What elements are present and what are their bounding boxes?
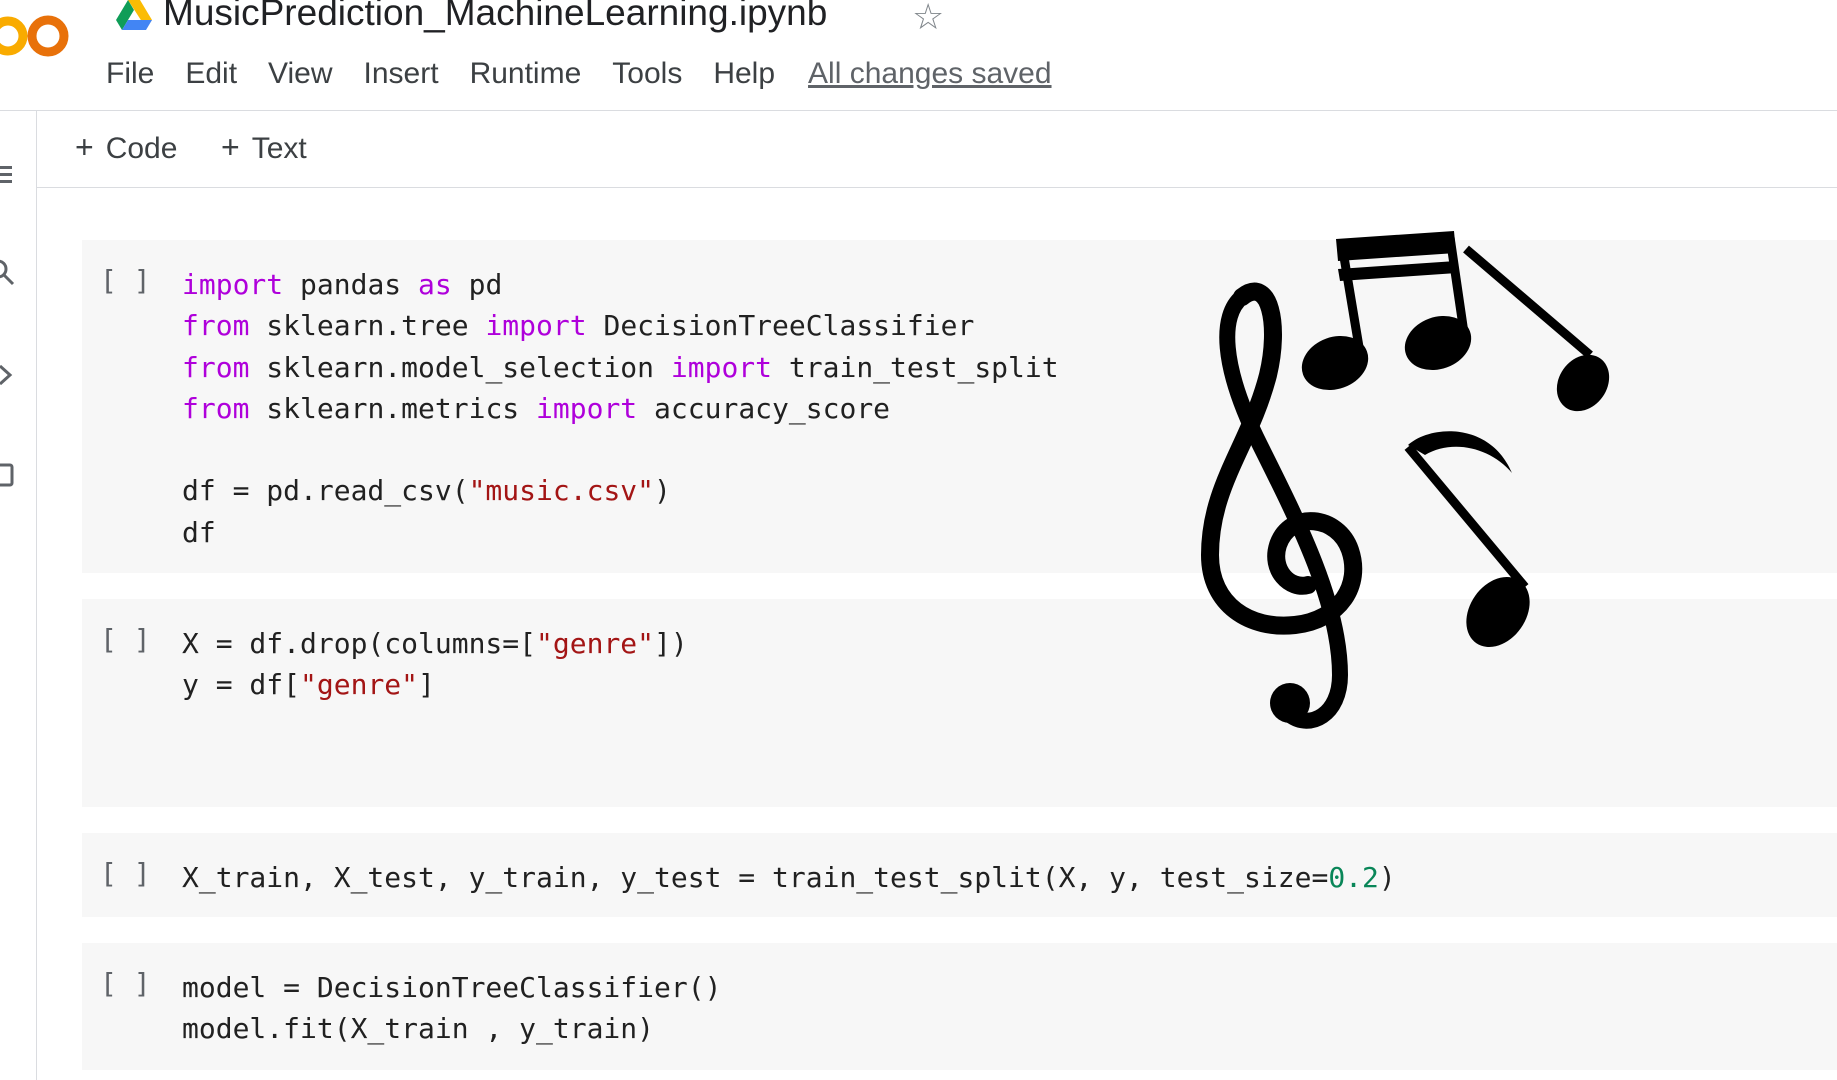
run-cell-button[interactable]: [ ] <box>100 967 151 1000</box>
run-cell-button[interactable]: [ ] <box>100 623 151 656</box>
code-line: model.fit(X_train , y_train) <box>182 1008 721 1049</box>
code-token-text: sklearn.metrics <box>249 391 537 425</box>
code-line: df = pd.read_csv("music.csv") <box>182 470 1059 511</box>
code-token-kw: from <box>182 391 250 425</box>
code-token-text: model.fit(X_train , y_train) <box>182 1012 655 1046</box>
menu-help[interactable]: Help <box>713 57 775 91</box>
notebook-toolbar: + Code + Text <box>37 111 1837 188</box>
code-token-text: pd <box>451 268 503 301</box>
google-drive-icon <box>116 0 152 30</box>
beamed-notes <box>1301 231 1472 391</box>
code-editor[interactable]: import pandas as pd from sklearn.tree imp… <box>182 264 1059 553</box>
code-token-kw: import <box>536 391 638 425</box>
code-token-kw: import <box>485 309 587 343</box>
plus-icon: + <box>75 129 94 165</box>
code-token-kw: from <box>182 350 250 384</box>
code-token-text: y = df[ <box>182 668 301 702</box>
files-icon[interactable] <box>0 461 16 489</box>
code-line: y = df["genre"] <box>182 664 688 705</box>
code-editor[interactable]: X_train, X_test, y_train, y_test = train… <box>182 857 1396 898</box>
code-token-text: X_train, X_test, y_train, y_test = train… <box>182 861 1329 894</box>
code-snippets-icon[interactable] <box>0 361 16 389</box>
code-token-text: df <box>182 515 216 549</box>
code-token-text: sklearn.tree <box>249 309 486 343</box>
code-token-kw: import <box>182 268 284 301</box>
code-token-str: "genre" <box>536 627 655 660</box>
code-line: from sklearn.metrics import accuracy_sco… <box>182 388 1059 429</box>
music-notes-image <box>1200 231 1610 729</box>
code-token-kw: from <box>182 309 250 343</box>
menu-file[interactable]: File <box>106 57 154 91</box>
menu-runtime[interactable]: Runtime <box>470 57 582 91</box>
left-sidebar <box>0 111 37 1080</box>
add-code-label: Code <box>105 132 178 165</box>
code-token-text: train_test_split <box>772 350 1059 384</box>
code-line: X = df.drop(columns=["genre"]) <box>182 623 688 664</box>
code-token-text: ) <box>1378 861 1396 894</box>
add-code-button[interactable]: + Code <box>75 129 177 166</box>
code-line: from sklearn.model_selection import trai… <box>182 347 1059 388</box>
code-token-text: ] <box>418 668 435 702</box>
code-line: model = DecisionTreeClassifier() <box>182 967 721 1008</box>
code-line: import pandas as pd <box>182 264 1059 305</box>
eighth-note-bottom <box>1404 431 1530 648</box>
add-text-label: Text <box>251 132 307 165</box>
eighth-note-top <box>1463 245 1610 412</box>
code-line: from sklearn.tree import DecisionTreeCla… <box>182 305 1059 346</box>
save-status-link[interactable]: All changes saved <box>808 57 1052 91</box>
menu-icon[interactable] <box>0 161 16 189</box>
plus-icon: + <box>221 129 240 165</box>
star-icon[interactable]: ☆ <box>912 0 944 38</box>
code-token-kw: import <box>670 350 773 384</box>
code-token-kw: as <box>418 268 452 301</box>
code-editor[interactable]: model = DecisionTreeClassifier() model.fi… <box>182 967 721 1050</box>
code-token-text: df = pd.read_csv( <box>182 474 469 508</box>
run-cell-button[interactable]: [ ] <box>100 857 151 890</box>
menu-insert[interactable]: Insert <box>364 57 439 91</box>
code-token-text: model = DecisionTreeClassifier() <box>182 971 722 1004</box>
code-line: X_train, X_test, y_train, y_test = train… <box>182 857 1396 898</box>
code-token-text: ) <box>654 474 671 508</box>
menu-view[interactable]: View <box>268 57 332 91</box>
menu-edit[interactable]: Edit <box>185 57 237 91</box>
code-token-text: pandas <box>283 268 419 301</box>
menu-bar: File Edit View Insert Runtime Tools Help… <box>106 54 1052 94</box>
code-cell-split[interactable]: [ ] X_train, X_test, y_train, y_test = t… <box>82 833 1837 917</box>
code-token-str: "genre" <box>300 668 419 702</box>
menu-tools[interactable]: Tools <box>612 57 682 91</box>
add-text-button[interactable]: + Text <box>221 129 307 166</box>
code-cell-model[interactable]: [ ] model = DecisionTreeClassifier() mode… <box>82 943 1837 1070</box>
code-token-text: DecisionTreeClassifier <box>586 309 975 343</box>
header: MusicPrediction_MachineLearning.ipynb ☆ … <box>0 0 1837 111</box>
run-cell-button[interactable]: [ ] <box>100 264 151 297</box>
code-token-str: "music.csv" <box>468 474 655 508</box>
search-icon[interactable] <box>0 259 16 287</box>
colab-logo[interactable] <box>0 6 76 66</box>
code-line: df <box>182 512 1059 553</box>
code-token-num: 0.2 <box>1328 861 1379 894</box>
code-token-text: ]) <box>654 627 688 660</box>
code-token-text: accuracy_score <box>637 391 891 425</box>
code-editor[interactable]: X = df.drop(columns=["genre"]) y = df["ge… <box>182 623 688 706</box>
code-token-text: sklearn.model_selection <box>249 350 671 384</box>
notebook-title[interactable]: MusicPrediction_MachineLearning.ipynb <box>163 0 827 34</box>
code-token-text: X = df.drop(columns=[ <box>182 627 537 660</box>
